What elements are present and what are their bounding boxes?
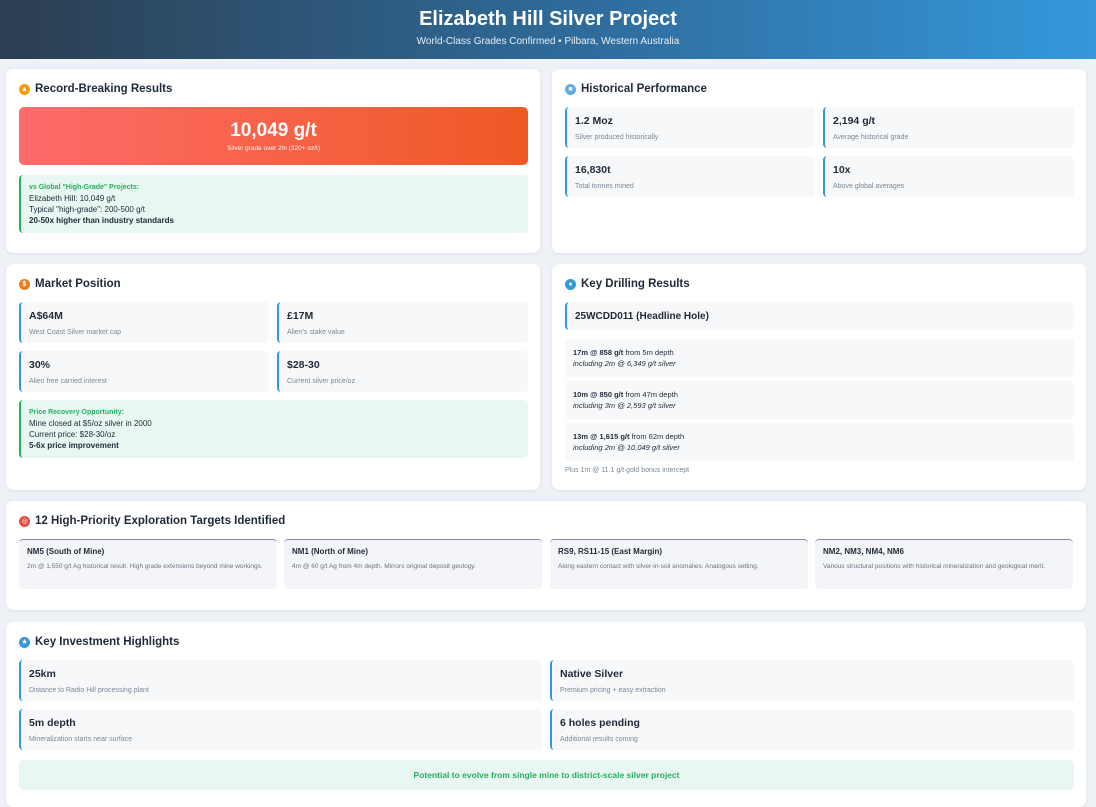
drill-result: 13m @ 1,615 g/t from 62m depth including…	[565, 423, 1074, 461]
highlight-label: Additional results coming	[560, 736, 638, 743]
drill-interval: 13m @ 1,615 g/t	[573, 432, 630, 441]
highlight-box: 6 holes pending Additional results comin…	[550, 709, 1074, 750]
stat-box: £17M Alien's stake value	[277, 302, 528, 343]
money-bag-icon: $	[19, 278, 30, 290]
target-name: RS9, RS11-15 (East Margin)	[558, 547, 663, 556]
target-item: NM1 (North of Mine) 4m @ 60 g/t Ag from …	[284, 539, 542, 589]
potential-banner: Potential to evolve from single mine to …	[19, 760, 1074, 790]
gold-bonus-note: Plus 1m @ 11.1 g/t gold bonus intercept	[565, 467, 690, 474]
target-item: NM5 (South of Mine) 2m @ 1,550 g/t Ag hi…	[19, 539, 277, 589]
stat-label: Alien's stake value	[287, 329, 345, 336]
stat-label: Current silver price/oz	[287, 378, 356, 385]
drill-depth: from 47m depth	[623, 390, 678, 399]
highlight-box: 25km Distance to Radio Hill processing p…	[19, 660, 542, 701]
drill-including: including 2m @ 6,349 g/t silver	[573, 359, 676, 368]
comparison-line: Elizabeth Hill: 10,049 g/t	[29, 194, 116, 203]
hero-value: 10,049 g/t	[230, 120, 317, 141]
highlight-value: Native Silver	[560, 668, 624, 680]
target-name: NM2, NM3, NM4, NM6	[823, 547, 904, 556]
card-title: ◎ 12 High-Priority Exploration Targets I…	[19, 515, 285, 527]
drill-interval: 10m @ 850 g/t	[573, 390, 624, 399]
historical-performance-card: ■ Historical Performance 1.2 Moz Silver …	[552, 69, 1086, 253]
card-title: ★ Key Investment Highlights	[19, 636, 179, 648]
comparison-line: Typical "high-grade": 200-500 g/t	[29, 205, 145, 214]
key-icon: ★	[19, 636, 30, 648]
page-subtitle: World-Class Grades Confirmed • Pilbara, …	[416, 36, 680, 47]
hero-label: Silver grade over 2m (320+ oz/t)	[226, 145, 321, 152]
stat-value: £17M	[287, 310, 314, 322]
card-title: ● Key Drilling Results	[565, 278, 690, 290]
stat-value: 10x	[833, 164, 851, 176]
target-description: 2m @ 1,550 g/t Ag historical result. Hig…	[27, 563, 263, 570]
recovery-line: Mine closed at $5/oz silver in 2000	[29, 419, 152, 428]
highlight-value: 6 holes pending	[560, 717, 640, 729]
bullseye-icon: ◎	[19, 515, 30, 527]
comparison-line: 20-50x higher than industry standards	[29, 216, 174, 225]
stat-value: $28-30	[287, 359, 320, 371]
price-recovery-box: Price Recovery Opportunity: Mine closed …	[19, 400, 528, 458]
stat-label: Silver produced historically	[575, 134, 659, 141]
card-title: ▲ Record-Breaking Results	[19, 83, 172, 95]
page-header: Elizabeth Hill Silver Project World-Clas…	[0, 0, 1096, 59]
highlight-label: Distance to Radio Hill processing plant	[29, 687, 149, 694]
building-icon: ■	[565, 83, 576, 95]
drill-depth: from 5m depth	[623, 348, 674, 357]
drilling-results-card: ● Key Drilling Results 25WCDD011 (Headli…	[552, 264, 1086, 490]
comparison-heading: vs Global "High-Grade" Projects:	[29, 184, 140, 191]
page-title: Elizabeth Hill Silver Project	[419, 8, 677, 30]
target-description: Along eastern contact with silver-in-soi…	[558, 563, 759, 570]
market-position-card: $ Market Position A$64M West Coast Silve…	[6, 264, 540, 490]
drill-depth: from 62m depth	[629, 432, 685, 441]
drill-interval: 17m @ 858 g/t	[573, 348, 624, 357]
highlight-value: 25km	[29, 668, 56, 680]
stat-box: 30% Alien free carried interest	[19, 351, 269, 392]
headline-hole: 25WCDD011 (Headline Hole)	[565, 302, 1074, 330]
exploration-targets-card: ◎ 12 High-Priority Exploration Targets I…	[6, 501, 1086, 610]
highlight-label: Mineralization starts near surface	[29, 736, 133, 743]
stat-value: 2,194 g/t	[833, 115, 876, 127]
highlight-box: Native Silver Premium pricing + easy ext…	[550, 660, 1074, 701]
stat-label: Above global averages	[833, 183, 905, 190]
comparison-box: vs Global "High-Grade" Projects: Elizabe…	[19, 175, 528, 233]
highlight-box: 5m depth Mineralization starts near surf…	[19, 709, 542, 750]
record-results-card: ▲ Record-Breaking Results 10,049 g/t Sil…	[6, 69, 540, 253]
stat-box: A$64M West Coast Silver market cap	[19, 302, 269, 343]
stat-box: 2,194 g/t Average historical grade	[823, 107, 1074, 148]
target-item: NM2, NM3, NM4, NM6 Various structural po…	[815, 539, 1073, 589]
stat-box: 16,830t Total tonnes mined	[565, 156, 815, 197]
highlight-label: Premium pricing + easy extraction	[560, 687, 666, 694]
stat-label: Average historical grade	[833, 134, 909, 141]
drill-result: 17m @ 858 g/t from 5m depth including 2m…	[565, 339, 1074, 377]
target-name: NM1 (North of Mine)	[292, 547, 368, 556]
stat-value: 1.2 Moz	[575, 115, 613, 127]
chart-icon: ▲	[19, 83, 30, 95]
stat-value: A$64M	[29, 310, 63, 322]
stat-value: 16,830t	[575, 164, 611, 176]
card-title: ■ Historical Performance	[565, 83, 707, 95]
hero-grade-banner: 10,049 g/t Silver grade over 2m (320+ oz…	[19, 107, 528, 165]
target-description: Various structural positions with histor…	[823, 563, 1046, 570]
recovery-line: Current price: $28-30/oz	[29, 430, 116, 439]
drill-including: including 3m @ 2,593 g/t silver	[573, 401, 676, 410]
recovery-heading: Price Recovery Opportunity:	[29, 409, 124, 416]
card-title: $ Market Position	[19, 278, 121, 290]
stat-label: Total tonnes mined	[575, 183, 634, 190]
drill-result: 10m @ 850 g/t from 47m depth including 3…	[565, 381, 1074, 419]
stat-box: 10x Above global averages	[823, 156, 1074, 197]
target-name: NM5 (South of Mine)	[27, 547, 105, 556]
highlight-value: 5m depth	[29, 717, 76, 729]
recovery-line: 5-6x price improvement	[29, 441, 119, 450]
stat-box: $28-30 Current silver price/oz	[277, 351, 528, 392]
drill-including: including 2m @ 10,049 g/t silver	[573, 443, 680, 452]
stat-label: West Coast Silver market cap	[29, 329, 122, 336]
investment-highlights-card: ★ Key Investment Highlights 25km Distanc…	[6, 622, 1086, 807]
target-icon: ●	[565, 278, 576, 290]
target-description: 4m @ 60 g/t Ag from 4m depth. Mirrors or…	[292, 563, 476, 570]
stat-label: Alien free carried interest	[29, 378, 107, 385]
stat-value: 30%	[29, 359, 51, 371]
stat-box: 1.2 Moz Silver produced historically	[565, 107, 815, 148]
target-item: RS9, RS11-15 (East Margin) Along eastern…	[550, 539, 808, 589]
